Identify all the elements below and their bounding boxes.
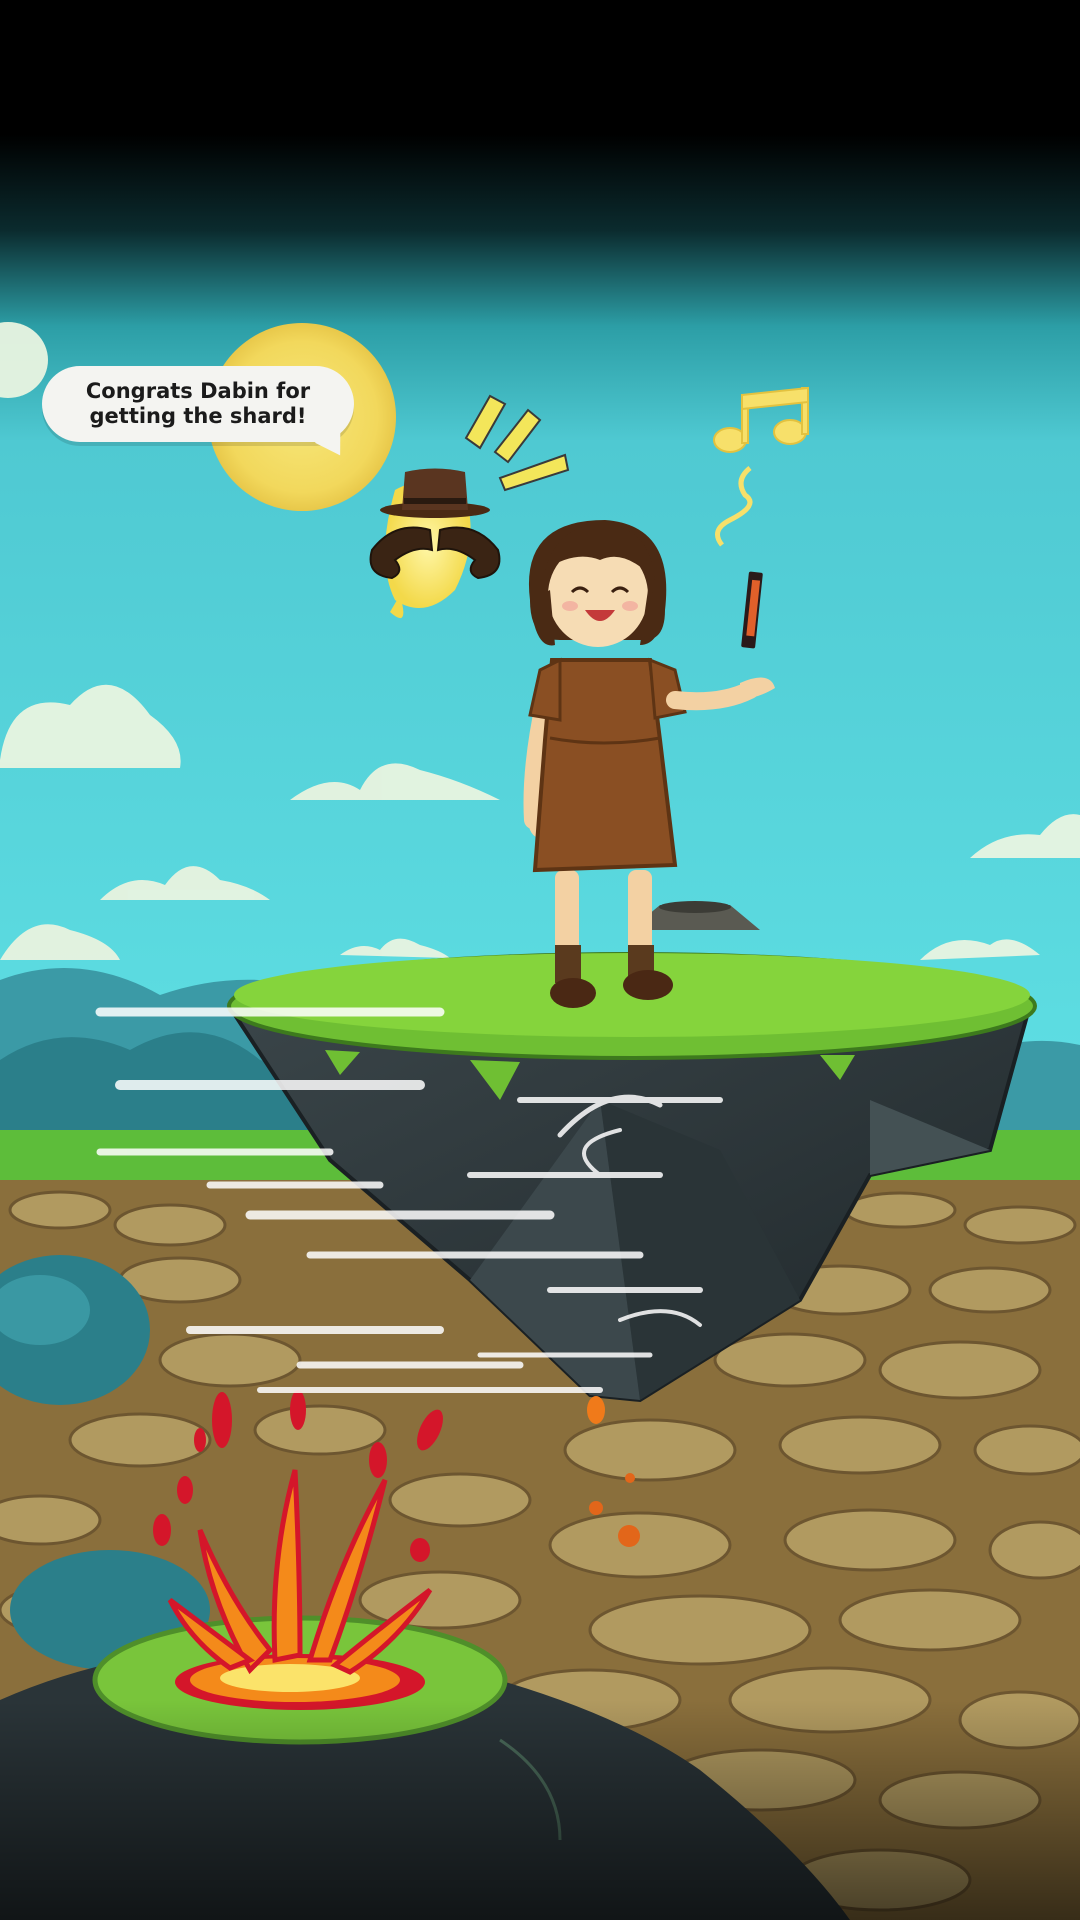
game-stage: Congrats Dabin for getting the shard!: [0, 0, 1080, 1920]
game-scene: [0, 0, 1080, 1920]
speech-bubble-text: Congrats Dabin for getting the shard!: [85, 379, 311, 428]
speech-bubble: Congrats Dabin for getting the shard!: [42, 366, 354, 442]
